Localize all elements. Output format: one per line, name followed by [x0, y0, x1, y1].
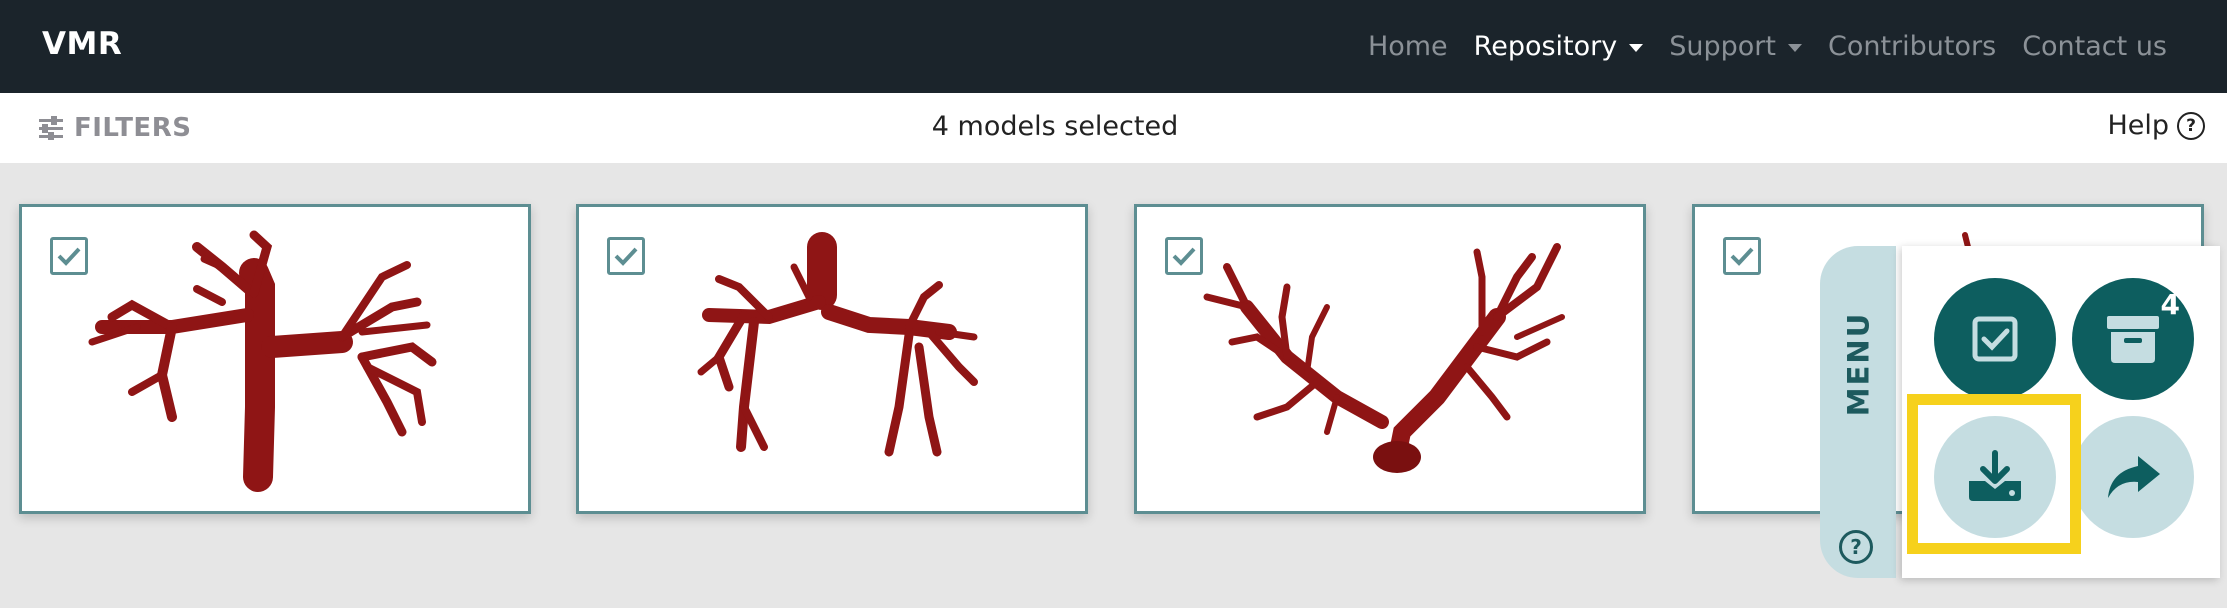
select-all-button[interactable] [1934, 278, 2056, 400]
help-label: Help [2107, 110, 2169, 141]
nav-contact-label: Contact us [2022, 31, 2167, 62]
help-link[interactable]: Help ? [2107, 110, 2205, 141]
nav-repository[interactable]: Repository [1474, 31, 1644, 62]
menu-panel: 4 [1902, 246, 2220, 578]
share-button[interactable] [2072, 416, 2194, 538]
question-circle-icon[interactable]: ? [1839, 530, 1873, 564]
selection-archive-button[interactable]: 4 [2072, 278, 2194, 400]
download-icon [1969, 450, 2021, 501]
vessel-model-2-image [697, 232, 978, 457]
nav-home[interactable]: Home [1368, 31, 1448, 62]
nav-repository-label: Repository [1473, 31, 1618, 62]
menu-label: MENU [1841, 311, 1875, 417]
filter-bar: FILTERS 4 models selected Help ? [0, 93, 2227, 163]
nav-home-label: Home [1367, 31, 1448, 62]
selection-badge: 4 [2160, 288, 2180, 321]
share-icon [2108, 456, 2160, 498]
model-card-1[interactable] [19, 204, 531, 514]
select-all-icon [1972, 316, 2018, 362]
nav-contributors-label: Contributors [1827, 31, 1997, 62]
archive-box-icon [2107, 316, 2159, 363]
nav-support[interactable]: Support [1669, 31, 1802, 62]
top-navbar: VMR Home Repository Support Contributors… [0, 0, 2227, 93]
nav-contributors[interactable]: Contributors [1828, 31, 1996, 62]
vessel-model-1-image [88, 230, 437, 492]
model-card-2[interactable] [576, 204, 1088, 514]
question-circle-icon: ? [2177, 111, 2205, 140]
selection-count: 4 models selected [931, 111, 1179, 142]
brand-logo[interactable]: VMR [42, 26, 122, 62]
download-button[interactable] [1934, 416, 2056, 538]
nav-links: Home Repository Support Contributors Con… [1368, 0, 2167, 93]
menu-toggle-tab[interactable]: MENU ? [1820, 246, 1896, 578]
nav-support-label: Support [1669, 31, 1776, 62]
nav-contact-us[interactable]: Contact us [2022, 31, 2167, 62]
vessel-model-3-image [1203, 243, 1565, 473]
model-card-3[interactable] [1134, 204, 1646, 514]
caret-down-icon [1629, 43, 1644, 52]
caret-down-icon [1787, 43, 1802, 52]
